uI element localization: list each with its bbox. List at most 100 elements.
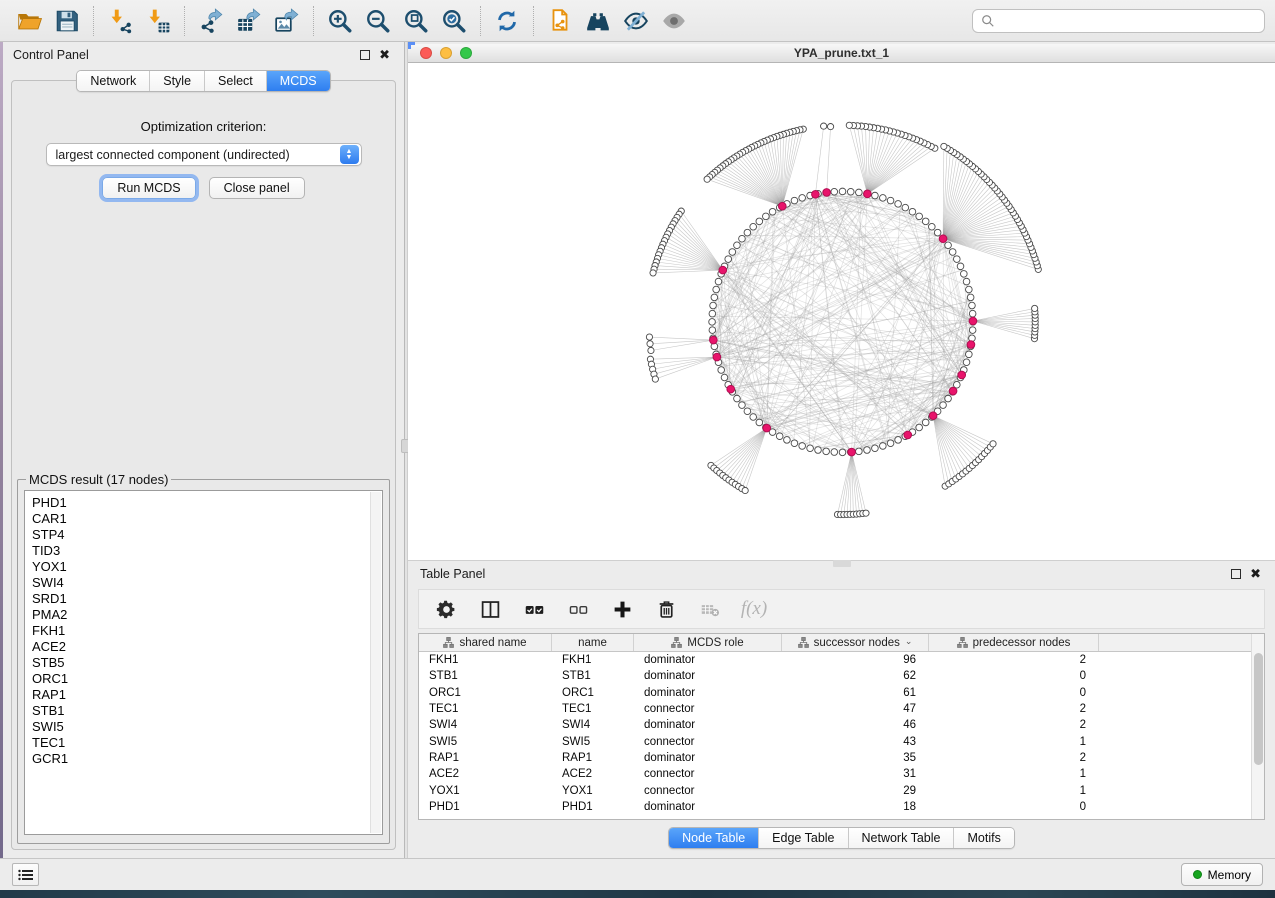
network-canvas[interactable] (408, 63, 1275, 560)
export-network-button[interactable] (192, 3, 230, 39)
deselect-all-button[interactable] (561, 592, 595, 626)
table-cell: TEC1 (552, 703, 634, 715)
table-cell: dominator (634, 670, 782, 682)
memory-button[interactable]: Memory (1181, 863, 1263, 886)
table-cell: YOX1 (419, 785, 552, 797)
mcds-result-item[interactable]: PHD1 (32, 495, 382, 511)
task-history-button[interactable] (12, 863, 39, 886)
column-header-shared-name[interactable]: shared name (419, 634, 552, 651)
table-cell: dominator (634, 752, 782, 764)
add-column-button[interactable] (605, 592, 639, 626)
mcds-result-item[interactable]: GCR1 (32, 751, 382, 767)
tab-style[interactable]: Style (149, 71, 204, 91)
table-scrollbar[interactable] (1251, 634, 1264, 819)
zoom-fit-button[interactable] (397, 3, 435, 39)
control-panel-header: Control Panel ✖ (3, 42, 404, 68)
mcds-result-item[interactable]: SRD1 (32, 591, 382, 607)
column-header-mcds-role[interactable]: MCDS role (634, 634, 782, 651)
mcds-result-group: MCDS result (17 nodes) PHD1CAR1STP4TID3Y… (17, 472, 390, 844)
network-titlebar: YPA_prune.txt_1 (408, 44, 1275, 63)
float-panel-icon[interactable] (1231, 569, 1241, 579)
split-panel-button[interactable] (473, 592, 507, 626)
delete-table-button[interactable] (693, 592, 727, 626)
mcds-result-item[interactable]: SWI5 (32, 719, 382, 735)
scrollbar-thumb[interactable] (1254, 653, 1263, 765)
mcds-result-item[interactable]: RAP1 (32, 687, 382, 703)
mcds-result-item[interactable]: TID3 (32, 543, 382, 559)
export-table-button[interactable] (230, 3, 268, 39)
mcds-result-item[interactable]: STB5 (32, 655, 382, 671)
apply-function-button[interactable]: f(x) (737, 592, 771, 626)
zoom-in-button[interactable] (321, 3, 359, 39)
show-all-button[interactable] (655, 3, 693, 39)
control-panel: Control Panel ✖ NetworkStyleSelectMCDS O… (0, 42, 404, 858)
save-floppy-icon (54, 8, 80, 34)
table-cell: ORC1 (419, 687, 552, 699)
selected-option: largest connected component (undirected) (47, 148, 340, 162)
export-image-button[interactable] (268, 3, 306, 39)
search-icon (981, 14, 995, 28)
delete-table-icon (700, 599, 721, 620)
close-panel-icon[interactable]: ✖ (1250, 569, 1261, 579)
horizontal-splitter-grip[interactable] (833, 560, 851, 567)
mcds-result-item[interactable]: SWI4 (32, 575, 382, 591)
close-panel-button[interactable]: Close panel (209, 177, 305, 199)
table-row[interactable]: YOX1YOX1connector291 (419, 782, 1264, 798)
table-row[interactable]: SWI5SWI5connector431 (419, 733, 1264, 749)
table-row[interactable]: STB1STB1dominator620 (419, 668, 1264, 684)
mcds-result-item[interactable]: TEC1 (32, 735, 382, 751)
save-session-button[interactable] (48, 3, 86, 39)
mcds-result-item[interactable]: YOX1 (32, 559, 382, 575)
mcds-result-item[interactable]: PMA2 (32, 607, 382, 623)
tab-mcds[interactable]: MCDS (266, 71, 330, 91)
table-row[interactable]: FKH1FKH1dominator962 (419, 652, 1264, 668)
share-document-button[interactable] (541, 3, 579, 39)
tab-edge-table[interactable]: Edge Table (758, 828, 847, 848)
mcds-result-item[interactable]: STB1 (32, 703, 382, 719)
zoom-out-button[interactable] (359, 3, 397, 39)
refresh-layout-button[interactable] (488, 3, 526, 39)
zoom-selected-button[interactable] (435, 3, 473, 39)
column-header-name[interactable]: name (552, 634, 634, 651)
tab-select[interactable]: Select (204, 71, 266, 91)
table-cell: SWI5 (419, 736, 552, 748)
column-header-successor-nodes[interactable]: successor nodes⌄ (782, 634, 929, 651)
binoculars-button[interactable] (579, 3, 617, 39)
toolbar-separator (184, 6, 185, 36)
table-cell: PHD1 (552, 801, 634, 813)
import-table-button[interactable] (139, 3, 177, 39)
search-input[interactable] (1001, 14, 1256, 28)
mcds-result-item[interactable]: ORC1 (32, 671, 382, 687)
mcds-result-item[interactable]: ACE2 (32, 639, 382, 655)
table-cell: 47 (782, 703, 929, 715)
table-row[interactable]: RAP1RAP1dominator352 (419, 750, 1264, 766)
tab-network[interactable]: Network (77, 71, 149, 91)
import-network-button[interactable] (101, 3, 139, 39)
mcds-result-item[interactable]: STP4 (32, 527, 382, 543)
table-panel-title: Table Panel (420, 567, 485, 581)
table-row[interactable]: PHD1PHD1dominator180 (419, 799, 1264, 815)
table-row[interactable]: TEC1TEC1connector472 (419, 701, 1264, 717)
mcds-result-item[interactable]: CAR1 (32, 511, 382, 527)
table-settings-button[interactable] (429, 592, 463, 626)
tab-node-table[interactable]: Node Table (669, 828, 758, 848)
node-table: shared namenameMCDS rolesuccessor nodes⌄… (418, 633, 1265, 820)
list-scrollbar[interactable] (370, 492, 381, 833)
mcds-result-item[interactable]: FKH1 (32, 623, 382, 639)
table-row[interactable]: ACE2ACE2connector311 (419, 766, 1264, 782)
open-session-button[interactable] (10, 3, 48, 39)
run-mcds-button[interactable]: Run MCDS (102, 177, 195, 199)
tab-motifs[interactable]: Motifs (953, 828, 1013, 848)
hide-selected-button[interactable] (617, 3, 655, 39)
column-header-predecessor-nodes[interactable]: predecessor nodes (929, 634, 1099, 651)
select-all-button[interactable] (517, 592, 551, 626)
delete-column-button[interactable] (649, 592, 683, 626)
table-cell: PHD1 (419, 801, 552, 813)
close-panel-icon[interactable]: ✖ (379, 50, 390, 60)
float-panel-icon[interactable] (360, 50, 370, 60)
table-row[interactable]: ORC1ORC1dominator610 (419, 685, 1264, 701)
optimization-criterion-select[interactable]: largest connected component (undirected)… (46, 143, 362, 166)
trash-icon (656, 599, 677, 620)
table-row[interactable]: SWI4SWI4dominator462 (419, 717, 1264, 733)
tab-network-table[interactable]: Network Table (848, 828, 954, 848)
